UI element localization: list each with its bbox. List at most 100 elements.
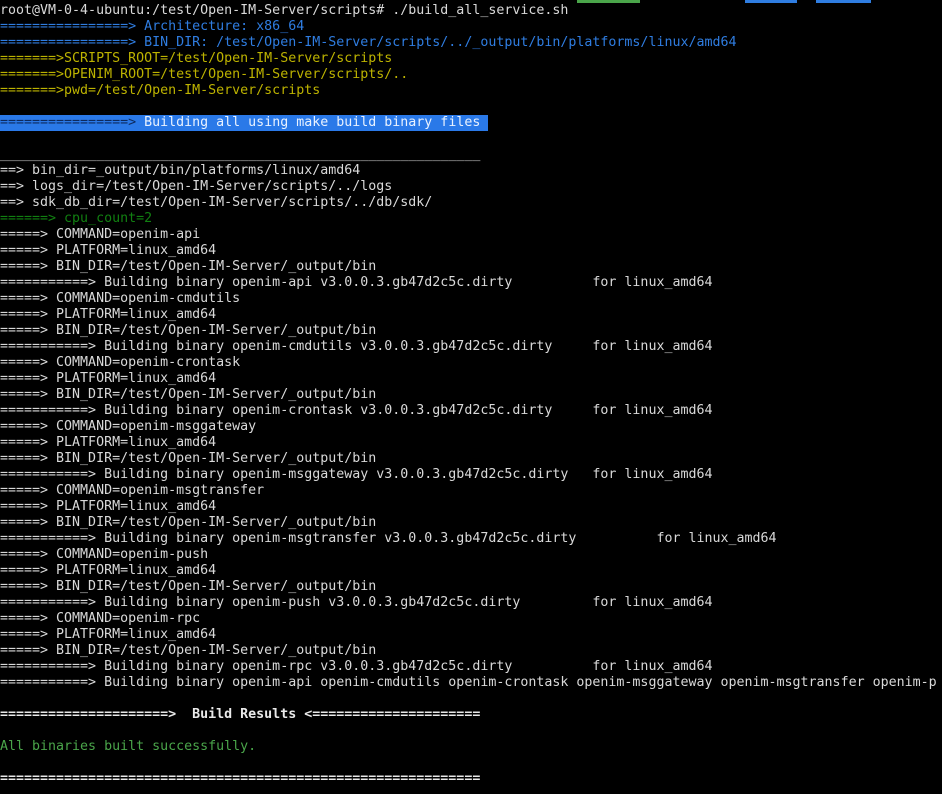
terminal-line: =====> COMMAND=openim-msggateway	[0, 419, 942, 435]
terminal-text-segment: =====> PLATFORM=linux_amd64	[0, 371, 216, 386]
terminal-line: ================> BIN_DIR: /test/Open-IM…	[0, 35, 942, 51]
terminal-line: =====> BIN_DIR=/test/Open-IM-Server/_out…	[0, 387, 942, 403]
terminal-line: ===========> Building binary openim-msgg…	[0, 467, 942, 483]
clipped-text-fragment	[816, 0, 871, 3]
terminal-text-segment: =======>OPENIM_ROOT=/test/Open-IM-Server…	[0, 67, 408, 82]
terminal-text-segment: =====> COMMAND=openim-msggateway	[0, 419, 256, 434]
terminal-line: ===========> Building binary openim-api …	[0, 275, 942, 291]
terminal-line: ================> Building all using mak…	[0, 115, 942, 131]
terminal-line: =====> BIN_DIR=/test/Open-IM-Server/_out…	[0, 515, 942, 531]
terminal-text-segment: ================> BIN_DIR: /test/Open-IM…	[0, 35, 737, 50]
terminal-text-segment: ===========> Building binary openim-msgg…	[0, 467, 712, 482]
terminal-text-segment: =====> BIN_DIR=/test/Open-IM-Server/_out…	[0, 323, 376, 338]
terminal-text-segment: ======> cpu_count=2	[0, 211, 152, 226]
terminal-line: =======>pwd=/test/Open-IM-Server/scripts	[0, 83, 942, 99]
terminal-line: ================> Architecture: x86_64	[0, 19, 942, 35]
terminal-text-segment: =====> BIN_DIR=/test/Open-IM-Server/_out…	[0, 515, 376, 530]
terminal-line: ==> logs_dir=/test/Open-IM-Server/script…	[0, 179, 942, 195]
terminal-text-segment: All binaries built successfully.	[0, 739, 256, 754]
terminal-text-segment: ==> bin_dir=_output/bin/platforms/linux/…	[0, 163, 360, 178]
terminal-text-segment: ==> sdk_db_dir=/test/Open-IM-Server/scri…	[0, 195, 432, 210]
terminal-text-segment: ===========> Building binary openim-api …	[0, 275, 712, 290]
terminal-line: ===========> Building binary openim-cmdu…	[0, 339, 942, 355]
terminal-line: =====> BIN_DIR=/test/Open-IM-Server/_out…	[0, 323, 942, 339]
terminal-line: =====> COMMAND=openim-crontask	[0, 355, 942, 371]
terminal-text-segment: =======>pwd=/test/Open-IM-Server/scripts	[0, 83, 320, 98]
terminal-line: ===========> Building binary openim-msgt…	[0, 531, 942, 547]
terminal-screen[interactable]: root@VM-0-4-ubuntu:/test/Open-IM-Server/…	[0, 0, 942, 794]
terminal-line: root@VM-0-4-ubuntu:/test/Open-IM-Server/…	[0, 3, 942, 19]
terminal-line	[0, 99, 942, 115]
terminal-line: =====> BIN_DIR=/test/Open-IM-Server/_out…	[0, 579, 942, 595]
terminal-text-segment: =====> BIN_DIR=/test/Open-IM-Server/_out…	[0, 259, 376, 274]
terminal-line: ===========> Building binary openim-cron…	[0, 403, 942, 419]
terminal-line: =====> BIN_DIR=/test/Open-IM-Server/_out…	[0, 451, 942, 467]
terminal-text-segment: =====> COMMAND=openim-api	[0, 227, 200, 242]
terminal-text-segment: =====> COMMAND=openim-msgtransfer	[0, 483, 264, 498]
previous-line-clipped-fragment	[0, 0, 942, 3]
terminal-text-segment: Building all using make build binary fil…	[144, 115, 488, 130]
terminal-text-segment: ================> Architecture: x86_64	[0, 19, 304, 34]
terminal-text-segment: =====> BIN_DIR=/test/Open-IM-Server/_out…	[0, 643, 376, 658]
terminal-text-segment: ________________________________________…	[0, 147, 480, 162]
terminal-line	[0, 691, 942, 707]
terminal-line: ========================================…	[0, 771, 942, 787]
terminal-line: ==> sdk_db_dir=/test/Open-IM-Server/scri…	[0, 195, 942, 211]
terminal-text-segment: ===========> Building binary openim-api …	[0, 675, 937, 690]
terminal-line: =====> PLATFORM=linux_amd64	[0, 563, 942, 579]
terminal-line: =====> BIN_DIR=/test/Open-IM-Server/_out…	[0, 259, 942, 275]
terminal-line: ======> cpu_count=2	[0, 211, 942, 227]
terminal-text-segment: =====> COMMAND=openim-push	[0, 547, 208, 562]
terminal-text-segment: ===========> Building binary openim-msgt…	[0, 531, 777, 546]
terminal-text-segment: ===========> Building binary openim-cron…	[0, 403, 712, 418]
terminal-text-segment: =====> PLATFORM=linux_amd64	[0, 563, 216, 578]
terminal-line: =====> PLATFORM=linux_amd64	[0, 627, 942, 643]
terminal-text-segment: =====> COMMAND=openim-cmdutils	[0, 291, 240, 306]
terminal-text-segment: =======>SCRIPTS_ROOT=/test/Open-IM-Serve…	[0, 51, 392, 66]
terminal-text-segment: =====> PLATFORM=linux_amd64	[0, 243, 216, 258]
terminal-line: =====> COMMAND=openim-cmdutils	[0, 291, 942, 307]
terminal-line	[0, 755, 942, 771]
clipped-text-fragment	[745, 0, 797, 3]
terminal-line	[0, 723, 942, 739]
terminal-line: ===========> Building binary openim-push…	[0, 595, 942, 611]
terminal-text-segment: ========================================…	[0, 771, 480, 786]
clipped-text-fragment	[577, 0, 640, 3]
terminal-line: =====> PLATFORM=linux_amd64	[0, 499, 942, 515]
terminal-line: ==> bin_dir=_output/bin/platforms/linux/…	[0, 163, 942, 179]
terminal-line: =====> PLATFORM=linux_amd64	[0, 435, 942, 451]
terminal-text-segment: ================>	[0, 115, 144, 130]
terminal-text-segment: ===========> Building binary openim-cmdu…	[0, 339, 712, 354]
terminal-text-segment: ===========> Building binary openim-rpc …	[0, 659, 712, 674]
terminal-line: =====> PLATFORM=linux_amd64	[0, 371, 942, 387]
terminal-line	[0, 131, 942, 147]
terminal-text-segment: root@VM-0-4-ubuntu:/test/Open-IM-Server/…	[0, 3, 568, 18]
terminal-line: =======>OPENIM_ROOT=/test/Open-IM-Server…	[0, 67, 942, 83]
terminal-line: ________________________________________…	[0, 147, 942, 163]
terminal-line: =====> COMMAND=openim-api	[0, 227, 942, 243]
terminal-line: =======>SCRIPTS_ROOT=/test/Open-IM-Serve…	[0, 51, 942, 67]
terminal-line: =====> BIN_DIR=/test/Open-IM-Server/_out…	[0, 643, 942, 659]
terminal-line: =====> PLATFORM=linux_amd64	[0, 307, 942, 323]
terminal-text-segment: =====> PLATFORM=linux_amd64	[0, 627, 216, 642]
terminal-text-segment: ==> logs_dir=/test/Open-IM-Server/script…	[0, 179, 392, 194]
terminal-text-segment: ===========> Building binary openim-push…	[0, 595, 712, 610]
terminal-text-segment: =====> PLATFORM=linux_amd64	[0, 307, 216, 322]
terminal-text-segment: =====================> Build Results <==…	[0, 707, 480, 722]
terminal-text-segment: =====> BIN_DIR=/test/Open-IM-Server/_out…	[0, 387, 376, 402]
terminal-text-segment: =====> PLATFORM=linux_amd64	[0, 499, 216, 514]
terminal-text-segment: =====> BIN_DIR=/test/Open-IM-Server/_out…	[0, 579, 376, 594]
selected-text-highlight: ================> Building all using mak…	[0, 115, 488, 131]
terminal-line: =====> COMMAND=openim-rpc	[0, 611, 942, 627]
terminal-text-segment: =====> COMMAND=openim-rpc	[0, 611, 200, 626]
terminal-text-segment: =====> PLATFORM=linux_amd64	[0, 435, 216, 450]
terminal-output: root@VM-0-4-ubuntu:/test/Open-IM-Server/…	[0, 3, 942, 787]
terminal-line: =====> COMMAND=openim-msgtransfer	[0, 483, 942, 499]
terminal-line: =====================> Build Results <==…	[0, 707, 942, 723]
terminal-line: ===========> Building binary openim-rpc …	[0, 659, 942, 675]
terminal-line: ===========> Building binary openim-api …	[0, 675, 942, 691]
terminal-line: =====> PLATFORM=linux_amd64	[0, 243, 942, 259]
terminal-line: All binaries built successfully.	[0, 739, 942, 755]
terminal-line: =====> COMMAND=openim-push	[0, 547, 942, 563]
terminal-text-segment: =====> COMMAND=openim-crontask	[0, 355, 240, 370]
